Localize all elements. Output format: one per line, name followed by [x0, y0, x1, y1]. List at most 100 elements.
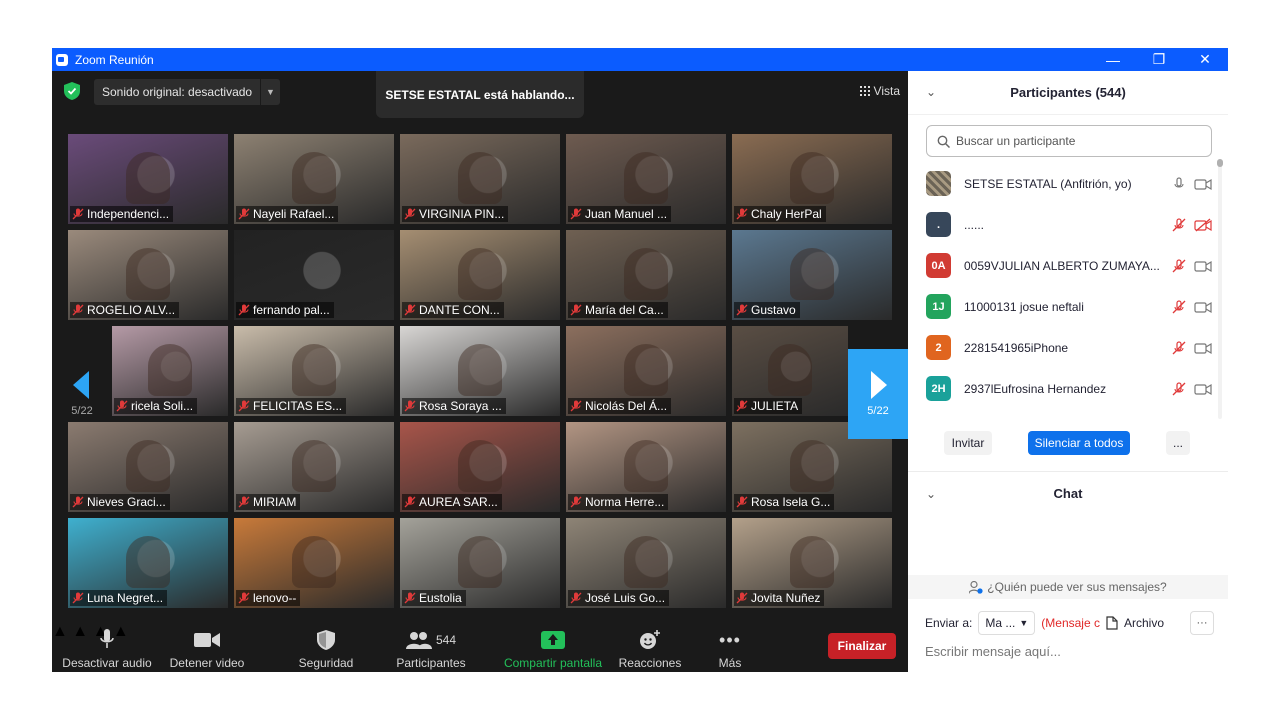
- participant-name: MIRIAM: [253, 495, 297, 509]
- video-tile[interactable]: Luna Negret...: [68, 518, 228, 608]
- security-button[interactable]: Seguridad: [292, 627, 360, 670]
- participant-name: ROGELIO ALV...: [87, 303, 176, 317]
- video-tile[interactable]: Chaly HerPal: [732, 134, 892, 224]
- participant-row[interactable]: 2H 2937lEufrosina Hernandez: [908, 368, 1222, 409]
- video-tile[interactable]: JULIETA: [732, 326, 848, 416]
- video-tile[interactable]: Gustavo: [732, 230, 892, 320]
- video-off-icon[interactable]: [1194, 218, 1212, 232]
- chat-more-button[interactable]: ···: [1190, 611, 1214, 635]
- video-tile[interactable]: fernando pal...: [234, 230, 394, 320]
- participant-row[interactable]: 2 2281541965iPhone: [908, 327, 1222, 368]
- video-tile[interactable]: Rosa Soraya ...: [400, 326, 560, 416]
- close-button[interactable]: ✕: [1182, 48, 1228, 71]
- video-tile[interactable]: AUREA SAR...: [400, 422, 560, 512]
- video-tile[interactable]: Eustolia: [400, 518, 560, 608]
- avatar: .: [926, 212, 951, 237]
- mute-audio-button[interactable]: Desactivar audio: [62, 627, 152, 670]
- file-button-label[interactable]: Archivo: [1124, 616, 1164, 630]
- chat-message-input[interactable]: Escribir mensaje aquí...: [925, 644, 1061, 659]
- participant-name: Gustavo: [751, 303, 796, 317]
- video-tile[interactable]: Nayeli Rafael...: [234, 134, 394, 224]
- chat-header: ⌄ Chat: [908, 471, 1228, 515]
- invite-button[interactable]: Invitar: [944, 431, 992, 455]
- original-sound-button[interactable]: Sonido original: desactivado ▼: [94, 79, 280, 105]
- video-tile[interactable]: DANTE CON...: [400, 230, 560, 320]
- video-camera-icon[interactable]: [1194, 341, 1212, 355]
- video-camera-icon[interactable]: [1194, 177, 1212, 191]
- participant-row[interactable]: .......: [908, 204, 1222, 245]
- mic-muted-icon: [570, 400, 582, 412]
- video-tile[interactable]: lenovo--: [234, 518, 394, 608]
- video-tile[interactable]: Norma Herre...: [566, 422, 726, 512]
- tile-name-label: lenovo--: [236, 590, 301, 606]
- collapse-chevron-icon[interactable]: ⌄: [926, 85, 936, 99]
- tile-name-label: Nayeli Rafael...: [236, 206, 339, 222]
- participants-more-button[interactable]: ...: [1166, 431, 1190, 455]
- microphone-icon[interactable]: [1172, 176, 1186, 191]
- video-tile[interactable]: Independenci...: [68, 134, 228, 224]
- previous-page-button[interactable]: 5/22: [52, 349, 112, 439]
- video-tile[interactable]: Jovita Nuñez: [732, 518, 892, 608]
- participant-video-feed: [126, 536, 170, 588]
- video-camera-icon[interactable]: [1194, 300, 1212, 314]
- mic-muted-icon: [72, 592, 84, 604]
- mute-all-button[interactable]: Silenciar a todos: [1028, 431, 1130, 455]
- mic-muted-icon[interactable]: [1172, 381, 1186, 396]
- chat-visibility-link[interactable]: ¿Quién puede ver sus mensajes?: [908, 575, 1228, 599]
- mic-muted-icon: [116, 400, 128, 412]
- share-screen-button[interactable]: Compartir pantalla: [502, 627, 604, 670]
- mic-muted-icon[interactable]: [1172, 217, 1186, 232]
- more-button[interactable]: ••• Más: [708, 627, 752, 671]
- mic-muted-icon[interactable]: [1172, 299, 1186, 314]
- recipient-select[interactable]: Ma ... ▼: [978, 611, 1036, 635]
- reactions-button[interactable]: Reacciones: [616, 627, 684, 670]
- minimize-button[interactable]: —: [1090, 48, 1136, 71]
- participant-list-scrollbar[interactable]: [1217, 159, 1223, 419]
- next-page-button[interactable]: 5/22: [848, 349, 908, 439]
- participant-video-feed: [790, 152, 834, 204]
- participant-name: Nicolás Del Á...: [585, 399, 668, 413]
- restore-button[interactable]: ❐: [1136, 48, 1182, 71]
- video-tile[interactable]: Juan Manuel ...: [566, 134, 726, 224]
- video-tile[interactable]: ROGELIO ALV...: [68, 230, 228, 320]
- grid-view-icon: [859, 86, 870, 96]
- video-tile[interactable]: MIRIAM: [234, 422, 394, 512]
- encryption-shield-icon[interactable]: [64, 82, 80, 100]
- scrollbar-thumb[interactable]: [1217, 159, 1223, 167]
- smiley-plus-icon: [639, 627, 661, 653]
- participant-row[interactable]: 0A 0059VJULIAN ALBERTO ZUMAYA...: [908, 245, 1222, 286]
- mic-muted-icon: [238, 208, 250, 220]
- video-tile[interactable]: Nicolás Del Á...: [566, 326, 726, 416]
- participant-search-input[interactable]: Buscar un participante: [926, 125, 1212, 157]
- participant-status-icons: [1166, 217, 1222, 232]
- video-camera-icon[interactable]: [1194, 259, 1212, 273]
- participant-row[interactable]: SETSE ESTATAL (Anfitrión, yo): [908, 163, 1222, 204]
- video-tile[interactable]: José Luis Go...: [566, 518, 726, 608]
- participant-status-icons: [1166, 176, 1222, 191]
- mic-muted-icon: [570, 592, 582, 604]
- view-button[interactable]: Vista: [859, 81, 900, 101]
- search-icon: [937, 135, 950, 148]
- video-tile[interactable]: FELICITAS ES...: [234, 326, 394, 416]
- tile-name-label: Rosa Isela G...: [734, 494, 835, 510]
- participant-status-icons: [1166, 299, 1222, 314]
- video-tile[interactable]: María del Ca...: [566, 230, 726, 320]
- tile-name-label: Chaly HerPal: [734, 206, 826, 222]
- avatar: [926, 171, 951, 196]
- collapse-chevron-icon[interactable]: ⌄: [926, 487, 936, 501]
- mic-muted-icon[interactable]: [1172, 258, 1186, 273]
- mic-muted-icon: [72, 304, 84, 316]
- stop-video-button[interactable]: Detener video: [167, 627, 247, 670]
- chevron-down-icon[interactable]: ▼: [260, 79, 280, 105]
- participant-name: Chaly HerPal: [751, 207, 822, 221]
- participants-button[interactable]: 544 Participantes: [392, 627, 470, 670]
- file-icon[interactable]: [1106, 616, 1118, 630]
- video-camera-icon[interactable]: [1194, 382, 1212, 396]
- video-tile[interactable]: ricela Soli...: [112, 326, 228, 416]
- participant-row[interactable]: 1J 11000131 josue neftali: [908, 286, 1222, 327]
- mic-muted-icon[interactable]: [1172, 340, 1186, 355]
- page-indicator-left: 5/22: [71, 405, 93, 417]
- end-meeting-button[interactable]: Finalizar: [828, 633, 896, 659]
- video-tile[interactable]: VIRGINIA PIN...: [400, 134, 560, 224]
- participant-name: Nieves Graci...: [87, 495, 166, 509]
